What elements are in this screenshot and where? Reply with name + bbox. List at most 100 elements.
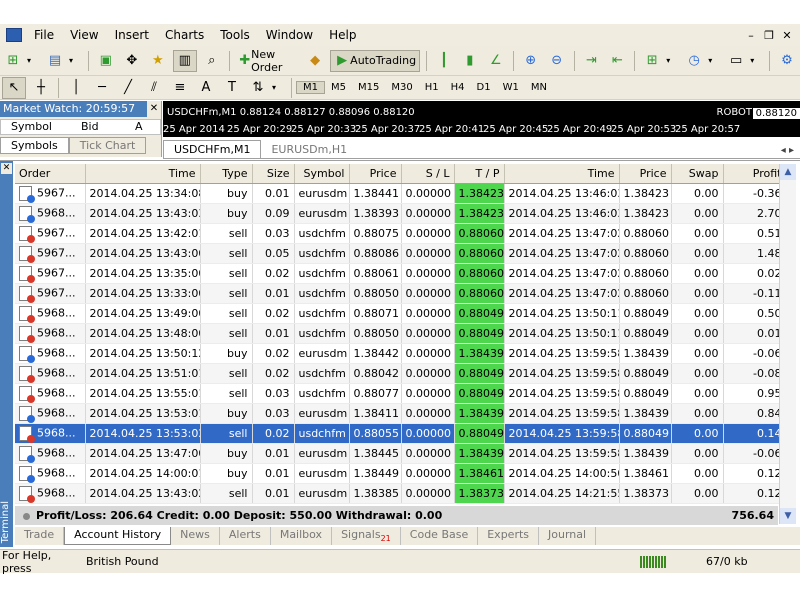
table-row[interactable]: 5967... 2014.04.25 13:43:00 sell 0.05 usdchf… [15,243,787,264]
vertical-scrollbar[interactable]: ▲ ▼ [779,164,796,524]
tab-mailbox[interactable]: Mailbox [271,527,333,545]
table-row[interactable]: 5968... 2014.04.25 13:50:12 buy 0.02 eurusdm… [15,343,787,364]
tab-experts[interactable]: Experts [478,527,540,545]
autotrading-button[interactable]: ▶ AutoTrading [330,49,421,72]
minimize-icon[interactable]: – [744,29,758,42]
new-chart-button[interactable]: ⊞ ▾ [2,50,40,72]
close-icon[interactable]: ✕ [1,163,12,174]
table-row[interactable]: 5968... 2014.04.25 13:53:02 sell 0.02 usdchf… [15,423,787,444]
chart-tab-usdchfm[interactable]: USDCHFm,M1 [163,140,262,158]
fibonacci-button[interactable]: ≡ [169,77,191,99]
vertical-line-button[interactable]: │ [65,77,87,99]
column-type[interactable]: Type [200,164,253,184]
column-ask[interactable]: A [125,120,143,134]
market-watch-button[interactable]: ▣ [95,50,117,72]
options-button[interactable]: ⚙ [776,50,798,72]
app-icon[interactable] [6,28,22,42]
table-row[interactable]: 5968... 2014.04.25 13:43:02 sell 0.01 eurusd… [15,483,787,504]
timeframe-mn[interactable]: MN [525,82,553,93]
column-order[interactable]: Order [15,164,86,184]
close-icon[interactable]: ✕ [147,101,161,117]
table-row[interactable]: 5968... 2014.04.25 13:53:01 buy 0.03 eurusdm… [15,403,787,424]
column-swap[interactable]: Swap [671,164,724,184]
bar-chart-button[interactable]: ┃ [433,50,455,72]
menu-charts[interactable]: Charts [157,28,212,42]
terminal-button[interactable]: ▥ [172,49,197,72]
column-close-price[interactable]: Price [619,164,672,184]
text-button[interactable]: A [195,77,217,99]
column-open-price[interactable]: Price [349,164,402,184]
table-row[interactable]: 5967... 2014.04.25 13:34:08 buy 0.01 eurusdm… [15,183,787,204]
timeframe-w1[interactable]: W1 [497,82,525,93]
zoom-out-button[interactable]: ⊖ [546,50,568,72]
timeframe-m30[interactable]: M30 [385,82,418,93]
chart-shift-button[interactable]: ⇤ [606,50,628,72]
channel-button[interactable]: ⫽ [143,77,165,99]
tab-journal[interactable]: Journal [539,527,597,545]
table-row[interactable]: 5967... 2014.04.25 13:35:00 sell 0.02 usdchf… [15,263,787,284]
metaeditor-button[interactable]: ◆ [304,50,326,72]
tab-code-base[interactable]: Code Base [401,527,479,545]
tab-trade[interactable]: Trade [15,527,65,545]
menu-tools[interactable]: Tools [212,28,258,42]
navigator-button[interactable]: ★ [147,50,169,72]
timeframe-h1[interactable]: H1 [419,82,445,93]
column-sl[interactable]: S / L [401,164,455,184]
column-open-time[interactable]: Time [85,164,201,184]
table-row[interactable]: 5968... 2014.04.25 13:48:00 sell 0.01 usdchf… [15,323,787,344]
tab-signals[interactable]: Signals21 [332,527,401,545]
table-row[interactable]: 5968... 2014.04.25 13:43:03 buy 0.09 eurusdm… [15,203,787,224]
table-row[interactable]: 5968... 2014.04.25 13:55:01 sell 0.03 usdchf… [15,383,787,404]
tab-news[interactable]: News [171,527,220,545]
table-row[interactable]: 5967... 2014.04.25 13:42:01 sell 0.03 usdchf… [15,223,787,244]
menu-help[interactable]: Help [321,28,364,42]
column-tp[interactable]: T / P [454,164,505,184]
candlestick-button[interactable]: ▮ [459,50,481,72]
zoom-in-button[interactable]: ⊕ [520,50,542,72]
scroll-up-icon[interactable]: ▲ [780,164,796,180]
tester-button[interactable]: ⌕ [201,50,223,72]
column-symbol[interactable]: Symbol [1,120,71,134]
templates-button[interactable]: ▭ ▾ [725,50,763,72]
crosshair-button[interactable]: ┼ [30,77,52,99]
arrows-button[interactable]: ⇅ ▾ [247,77,285,99]
new-order-button[interactable]: ✚ New Order [236,48,301,74]
restore-icon[interactable]: ❐ [762,29,776,42]
column-profit[interactable]: Profit [723,164,787,184]
autoscroll-button[interactable]: ⇥ [580,50,602,72]
indicators-button[interactable]: ⊞ ▾ [641,50,679,72]
column-symbol[interactable]: Symbol [294,164,350,184]
menu-view[interactable]: View [62,28,106,42]
cursor-button[interactable]: ↖ [2,76,26,99]
timeframe-m5[interactable]: M5 [325,82,352,93]
tab-account-history[interactable]: Account History [64,527,172,545]
table-row[interactable]: 5968... 2014.04.25 13:49:00 sell 0.02 usdchf… [15,303,787,324]
close-icon[interactable]: ✕ [780,29,794,42]
menu-window[interactable]: Window [258,28,321,42]
periods-button[interactable]: ◷ ▾ [683,50,721,72]
horizontal-line-button[interactable]: ─ [91,77,113,99]
scroll-down-icon[interactable]: ▼ [780,508,796,524]
chart-tab-scroll-icon[interactable]: ◂ ▸ [775,143,800,158]
menu-file[interactable]: File [26,28,62,42]
timeframe-m1[interactable]: M1 [296,81,325,94]
line-chart-button[interactable]: ∠ [485,50,507,72]
tab-alerts[interactable]: Alerts [220,527,271,545]
table-row[interactable]: 5967... 2014.04.25 13:33:00 sell 0.01 usdchf… [15,283,787,304]
column-close-time[interactable]: Time [504,164,620,184]
chart-window[interactable]: USDCHFm,M1 0.88124 0.88127 0.88096 0.881… [163,101,800,137]
column-size[interactable]: Size [252,164,295,184]
menu-insert[interactable]: Insert [107,28,157,42]
chart-tab-eurusdm[interactable]: EURUSDm,H1 [261,141,357,158]
table-row[interactable]: 5968... 2014.04.25 13:47:00 buy 0.01 eurusdm… [15,443,787,464]
table-row[interactable]: 5968... 2014.04.25 13:51:01 sell 0.02 usdchf… [15,363,787,384]
table-row[interactable]: 5968... 2014.04.25 14:00:01 buy 0.01 eurusdm… [15,463,787,484]
timeframe-d1[interactable]: D1 [471,82,497,93]
data-window-button[interactable]: ✥ [121,50,143,72]
timeframe-h4[interactable]: H4 [445,82,471,93]
profiles-button[interactable]: ▤ ▾ [44,50,82,72]
timeframe-m15[interactable]: M15 [352,82,385,93]
column-bid[interactable]: Bid [71,120,125,134]
tab-symbols[interactable]: Symbols [0,137,69,154]
tab-tick-chart[interactable]: Tick Chart [68,137,147,154]
